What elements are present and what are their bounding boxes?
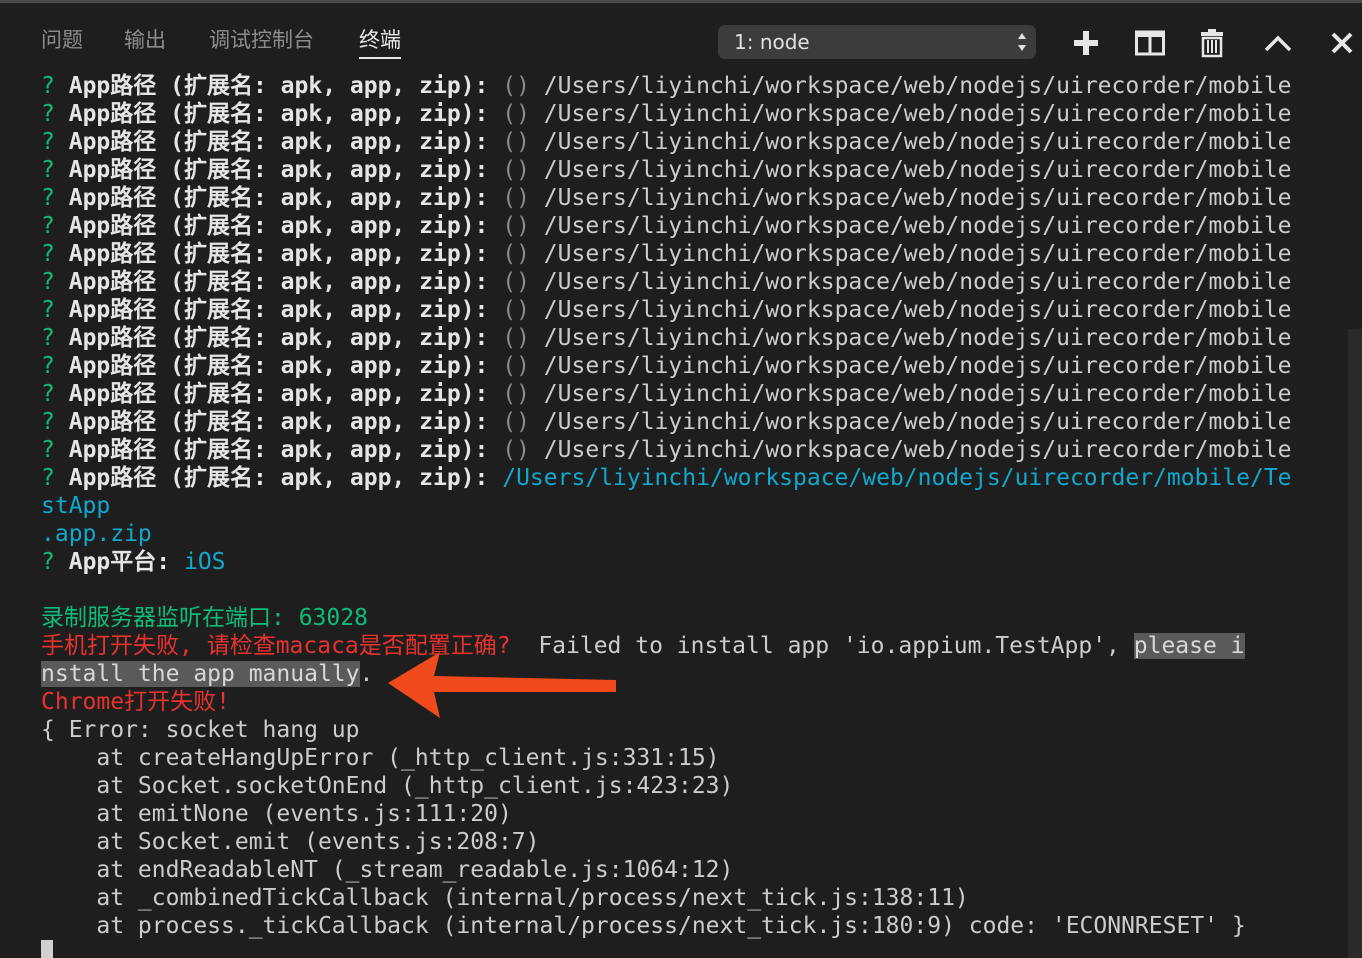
terminal-line-install-error: 手机打开失败, 请检查macaca是否配置正确? Failed to insta… (41, 633, 1245, 659)
kill-terminal-button[interactable] (1192, 23, 1232, 63)
terminal-select-value: 1: node (734, 30, 810, 54)
terminal-line-chrome-error: Chrome打开失败! (41, 689, 230, 715)
terminal-line-stack-frame: at createHangUpError (_http_client.js:33… (41, 745, 720, 771)
terminal-line-stack-frame: at Socket.emit (events.js:208:7) (41, 829, 540, 855)
trash-icon (1201, 29, 1223, 58)
select-arrows-icon (1018, 33, 1026, 51)
split-terminal-button[interactable] (1130, 23, 1170, 63)
panel-header: 问题 输出 调试控制台 终端 1: node (0, 3, 1362, 71)
annotation-arrow-icon (388, 652, 616, 718)
tab-terminal[interactable]: 终端 (359, 27, 401, 59)
terminal-line-app-path-prompt: ? App路径 (扩展名: apk, app, zip): () /Users/… (41, 297, 1292, 323)
terminal-line-app-path-prompt: ? App路径 (扩展名: apk, app, zip): () /Users/… (41, 353, 1292, 379)
terminal-cursor (41, 940, 53, 958)
terminal-line-app-path-answer: ? App路径 (扩展名: apk, app, zip): /Users/liy… (41, 465, 1292, 491)
terminal-line-app-path-prompt: ? App路径 (扩展名: apk, app, zip): () /Users/… (41, 269, 1292, 295)
terminal-line-app-path-prompt: ? App路径 (扩展名: apk, app, zip): () /Users/… (41, 129, 1292, 155)
terminal-line-app-path-prompt: ? App路径 (扩展名: apk, app, zip): () /Users/… (41, 101, 1292, 127)
terminal-line-app-path-prompt: ? App路径 (扩展名: apk, app, zip): () /Users/… (41, 157, 1292, 183)
terminal-select[interactable]: 1: node (718, 25, 1036, 59)
terminal-line-app-path-prompt: ? App路径 (扩展名: apk, app, zip): () /Users/… (41, 325, 1292, 351)
terminal-line-app-path-prompt: ? App路径 (扩展名: apk, app, zip): () /Users/… (41, 381, 1292, 407)
tab-output[interactable]: 输出 (124, 27, 166, 59)
terminal-line-app-path-prompt: ? App路径 (扩展名: apk, app, zip): () /Users/… (41, 409, 1292, 435)
terminal-line-app-path-prompt: ? App路径 (扩展名: apk, app, zip): () /Users/… (41, 437, 1292, 463)
terminal-scrollbar[interactable] (1348, 329, 1362, 958)
terminal-line-path-wrap-1: stApp (41, 493, 111, 519)
terminal-line-stack-frame: at emitNone (events.js:111:20) (41, 801, 512, 827)
plus-icon (1074, 31, 1098, 55)
terminal-line-path-wrap-2: .app.zip (41, 521, 152, 547)
terminal-line-server-port: 录制服务器监听在端口: 63028 (41, 605, 368, 631)
terminal-line-app-path-prompt: ? App路径 (扩展名: apk, app, zip): () /Users/… (41, 185, 1292, 211)
terminal-line-stack-frame: at process._tickCallback (internal/proce… (41, 913, 1246, 939)
terminal-line-app-path-prompt: ? App路径 (扩展名: apk, app, zip): () /Users/… (41, 241, 1292, 267)
terminal-line-stack-frame: at _combinedTickCallback (internal/proce… (41, 885, 969, 911)
terminal-line-error-head: { Error: socket hang up (41, 717, 360, 743)
new-terminal-button[interactable] (1066, 23, 1106, 63)
terminal-line-stack-frame: at endReadableNT (_stream_readable.js:10… (41, 857, 734, 883)
split-icon (1135, 30, 1165, 56)
terminal-line-install-error-wrap: nstall the app manually. (41, 661, 374, 687)
terminal-line-platform: ? App平台: iOS (41, 549, 226, 575)
chevron-up-icon (1264, 35, 1292, 52)
maximize-panel-button[interactable] (1258, 23, 1298, 63)
tab-debug-console[interactable]: 调试控制台 (209, 27, 314, 59)
terminal-line-app-path-prompt: ? App路径 (扩展名: apk, app, zip): () /Users/… (41, 213, 1292, 239)
close-panel-button[interactable] (1322, 23, 1362, 63)
close-icon (1331, 32, 1353, 54)
terminal-line-app-path-prompt: ? App路径 (扩展名: apk, app, zip): () /Users/… (41, 73, 1292, 99)
terminal-line-stack-frame: at Socket.socketOnEnd (_http_client.js:4… (41, 773, 734, 799)
tab-problems[interactable]: 问题 (41, 27, 83, 59)
terminal-output[interactable]: ? App路径 (扩展名: apk, app, zip): () /Users/… (0, 71, 1362, 958)
